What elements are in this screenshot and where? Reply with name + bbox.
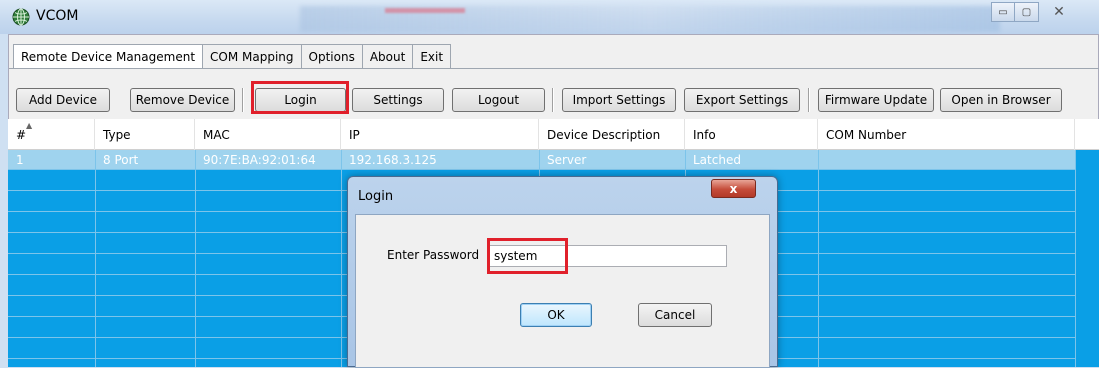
grid-header: # ▲ Type MAC IP Device Description Info … — [8, 119, 1099, 150]
window-controls: ▭ ▢ ✕ — [991, 0, 1079, 24]
globe-network-icon — [12, 8, 30, 26]
export-settings-button[interactable]: Export Settings — [684, 88, 800, 112]
toolbar-separator — [552, 88, 554, 112]
password-label: Enter Password — [387, 248, 480, 262]
close-icon: x — [729, 181, 738, 196]
column-header-type[interactable]: Type — [95, 119, 195, 150]
minimize-icon[interactable]: ▭ — [991, 2, 1015, 22]
grid-line — [818, 150, 819, 367]
password-highlight-box — [487, 238, 568, 274]
ok-button[interactable]: OK — [520, 303, 592, 327]
cell-type: 8 Port — [103, 152, 139, 167]
column-header-ip[interactable]: IP — [341, 119, 539, 150]
import-settings-button[interactable]: Import Settings — [562, 88, 676, 112]
cancel-button[interactable]: Cancel — [638, 303, 712, 327]
cell-com-number — [818, 150, 1075, 169]
dialog-close-button[interactable]: x — [711, 179, 756, 198]
sort-ascending-icon: ▲ — [26, 121, 33, 130]
remove-device-button[interactable]: Remove Device — [130, 88, 235, 112]
column-header-com-number[interactable]: COM Number — [818, 119, 1075, 150]
blurred-background-accent — [385, 8, 465, 13]
cell-number: 1 — [16, 152, 24, 167]
maximize-icon[interactable]: ▢ — [1015, 2, 1039, 22]
open-in-browser-button[interactable]: Open in Browser — [940, 88, 1062, 112]
tab-about[interactable]: About — [361, 44, 414, 68]
grid-line — [8, 169, 1075, 170]
dialog-title: Login — [358, 189, 394, 204]
login-highlight-box — [251, 81, 349, 114]
column-header-info[interactable]: Info — [685, 119, 818, 150]
cell-info: Latched — [693, 152, 741, 167]
window-title: VCOM — [36, 8, 79, 24]
grid-line — [195, 150, 196, 367]
tab-com-mapping[interactable]: COM Mapping — [202, 44, 302, 68]
close-icon[interactable]: ✕ — [1039, 2, 1079, 22]
firmware-update-button[interactable]: Firmware Update — [818, 88, 934, 112]
tab-divider — [9, 68, 1099, 69]
column-header-device-description[interactable]: Device Description — [539, 119, 685, 150]
cell-ip: 192.168.3.125 — [349, 152, 437, 167]
grid-line — [95, 150, 96, 367]
tab-remote-device-management[interactable]: Remote Device Management — [13, 44, 204, 69]
grid-line — [341, 150, 342, 367]
settings-button[interactable]: Settings — [352, 88, 444, 112]
tab-exit[interactable]: Exit — [412, 44, 452, 68]
logout-button[interactable]: Logout — [452, 88, 545, 112]
toolbar-separator — [808, 88, 810, 112]
toolbar-separator — [242, 88, 244, 112]
column-header-mac[interactable]: MAC — [195, 119, 341, 150]
tab-bar: Remote Device Management COM Mapping Opt… — [13, 44, 452, 69]
grid-scroll-area — [1075, 150, 1099, 367]
cell-mac: 90:7E:BA:92:01:64 — [203, 152, 316, 167]
tab-options[interactable]: Options — [300, 44, 363, 68]
cell-device-description: Server — [547, 152, 587, 167]
column-header-number[interactable]: # ▲ — [8, 119, 95, 150]
add-device-button[interactable]: Add Device — [16, 88, 110, 112]
table-row[interactable]: 1 8 Port 90:7E:BA:92:01:64 192.168.3.125… — [8, 150, 1075, 169]
title-bar: VCOM ▭ ▢ ✕ — [0, 0, 1099, 34]
